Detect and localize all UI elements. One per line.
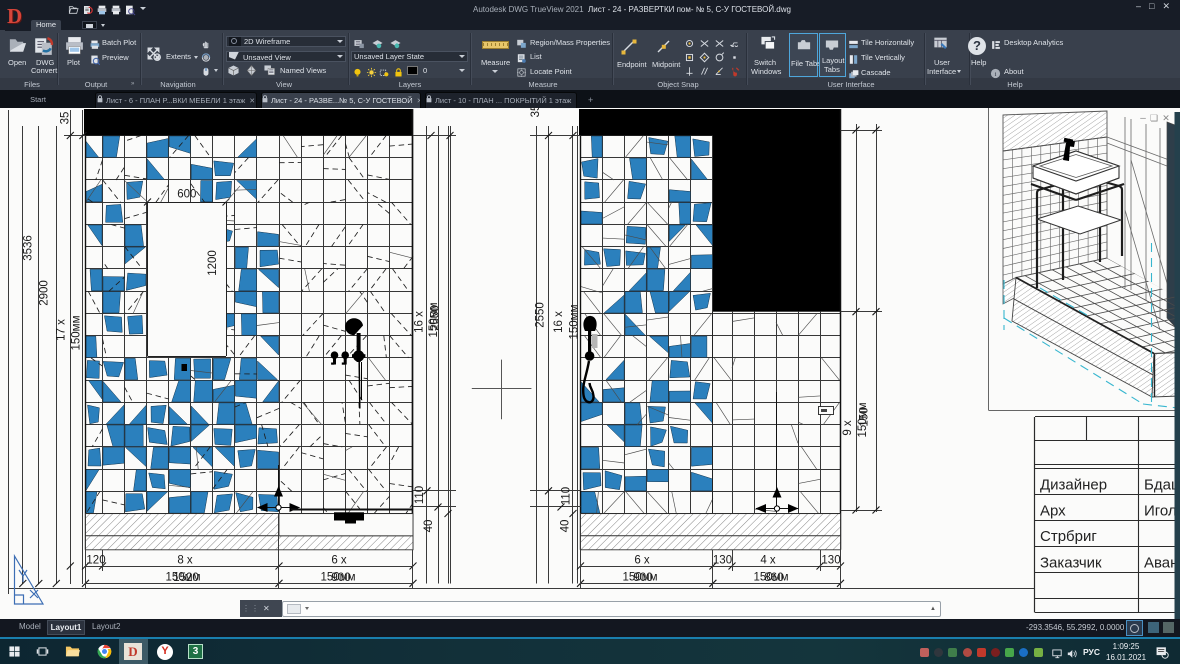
svg-text:❏: ❏	[1150, 113, 1158, 123]
svg-text:40: 40	[423, 520, 435, 533]
svg-text:9 x: 9 x	[842, 420, 854, 436]
svg-text:i: i	[995, 71, 997, 78]
svg-text:35: 35	[60, 112, 72, 125]
svg-text:2900: 2900	[39, 280, 51, 306]
svg-text:150мм: 150мм	[71, 315, 83, 350]
svg-text:130: 130	[821, 555, 840, 567]
svg-text:✕: ✕	[1162, 113, 1170, 123]
svg-text:1520: 1520	[173, 572, 199, 584]
svg-text:130: 130	[713, 555, 732, 567]
svg-text:110: 110	[561, 487, 573, 505]
svg-text:Заказчик: Заказчик	[1040, 555, 1102, 572]
svg-text:Игол: Игол	[1144, 503, 1177, 520]
svg-text:6 x: 6 x	[634, 555, 650, 567]
svg-text:2550: 2550	[535, 302, 547, 328]
svg-text:2550: 2550	[430, 305, 442, 331]
svg-text:120: 120	[86, 555, 105, 567]
svg-text:900: 900	[331, 572, 350, 584]
svg-text:1200: 1200	[207, 250, 219, 276]
svg-text:17 x: 17 x	[56, 319, 68, 341]
svg-text:Аван: Аван	[1144, 555, 1178, 572]
svg-text:110: 110	[414, 486, 426, 504]
svg-text:Стрбриг: Стрбриг	[1040, 528, 1097, 545]
svg-text:8 x: 8 x	[177, 555, 193, 567]
svg-text:860: 860	[764, 572, 783, 584]
svg-text:16 x: 16 x	[553, 311, 565, 333]
svg-text:Арх: Арх	[1040, 503, 1066, 520]
svg-text:35: 35	[530, 108, 542, 117]
svg-text:150мм: 150мм	[569, 304, 581, 339]
svg-text:–: –	[1140, 113, 1146, 124]
svg-text:Дизайнер: Дизайнер	[1040, 477, 1107, 494]
svg-text:6 x: 6 x	[331, 555, 347, 567]
svg-text:150: 150	[859, 407, 871, 426]
svg-text:40: 40	[560, 520, 572, 533]
svg-text:4 x: 4 x	[760, 555, 776, 567]
svg-text:600: 600	[177, 189, 196, 201]
svg-text:900: 900	[633, 572, 652, 584]
svg-text:3536: 3536	[23, 235, 35, 261]
svg-text:16 x: 16 x	[414, 311, 426, 333]
